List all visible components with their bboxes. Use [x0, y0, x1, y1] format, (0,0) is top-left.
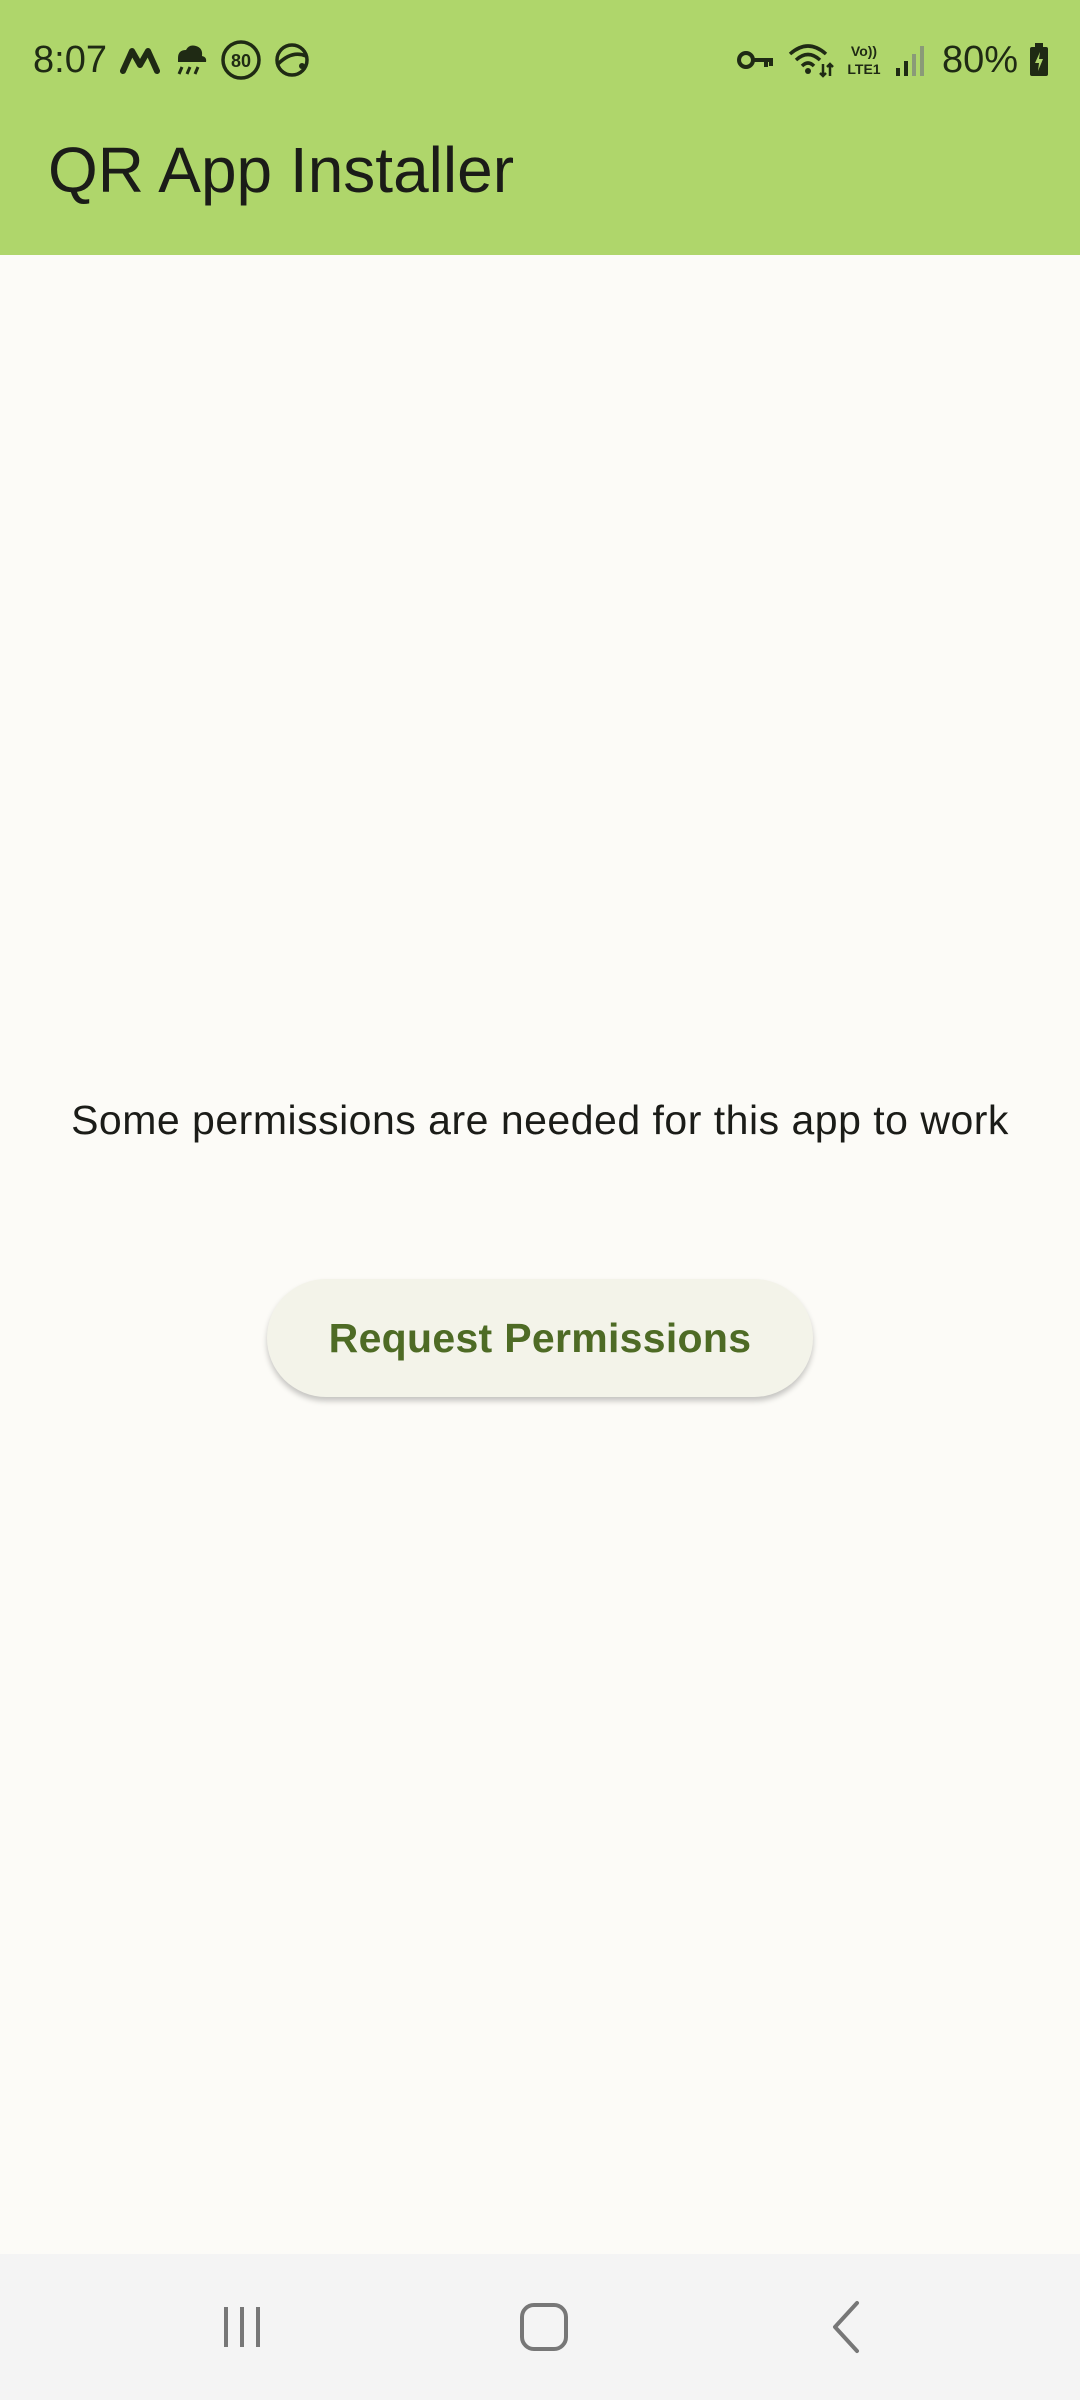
home-icon[interactable]: [499, 2282, 589, 2372]
app-title: QR App Installer: [48, 134, 514, 206]
request-permissions-button[interactable]: Request Permissions: [267, 1279, 813, 1397]
signal-icon: [894, 42, 926, 78]
app-top-area: 8:07 80 Vo)) LTE1 80% QR App Installer: [0, 0, 1080, 255]
wifi-icon: [786, 40, 834, 80]
back-icon[interactable]: [802, 2282, 892, 2372]
m-logo-icon: [120, 45, 160, 75]
status-time: 8:07: [33, 39, 107, 81]
main-content: [0, 255, 1080, 2254]
web-browser-icon: [272, 40, 312, 80]
volte-icon: Vo)) LTE1: [844, 40, 884, 80]
battery-percent: 80%: [941, 39, 1018, 81]
permissions-message: Some permissions are needed for this app…: [71, 1097, 1009, 1143]
recent-apps-icon[interactable]: [197, 2282, 287, 2372]
speed-80-icon: 80: [220, 39, 262, 81]
status-right-icons: Vo)) LTE1 80%: [736, 38, 1050, 82]
weather-rain-icon: [170, 40, 210, 80]
status-bar: 8:07 80 Vo)) LTE1 80%: [0, 0, 1080, 120]
navigation-bar: [0, 2254, 1080, 2400]
svg-text:80: 80: [231, 51, 251, 71]
status-left-icons: 80: [120, 38, 312, 82]
vpn-key-icon: [736, 45, 776, 75]
svg-text:LTE1: LTE1: [847, 61, 880, 77]
battery-charging-icon: [1028, 42, 1050, 78]
svg-text:Vo)): Vo)): [851, 43, 877, 59]
